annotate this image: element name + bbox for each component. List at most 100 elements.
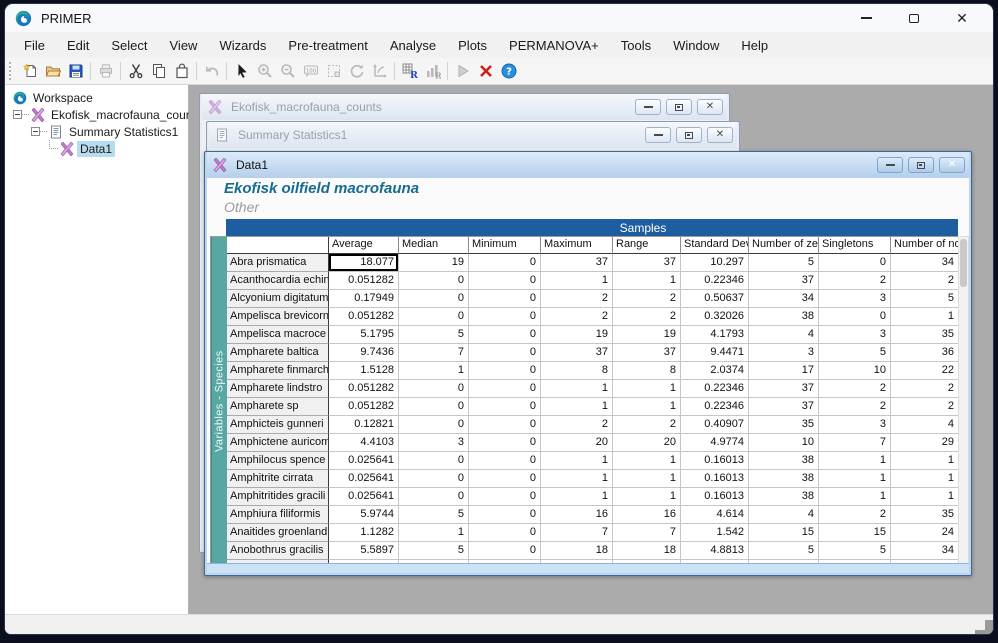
samples-header[interactable]: Samples xyxy=(226,219,958,236)
row-header[interactable]: Abra prismatica xyxy=(227,254,329,272)
row-header[interactable]: Amphitrite cirrata xyxy=(227,470,329,488)
cell[interactable]: 0.12821 xyxy=(329,416,399,434)
tree-expander-icon[interactable] xyxy=(31,127,40,136)
window-data1[interactable]: Data1 ✕ Ekofisk oilfield macrofauna Othe… xyxy=(204,151,972,576)
cell[interactable]: 0.22346 xyxy=(681,398,749,416)
cell[interactable]: 0 xyxy=(469,434,541,452)
cell[interactable]: 37 xyxy=(613,344,681,362)
cell[interactable]: 2 xyxy=(819,506,891,524)
cell[interactable]: 1.1282 xyxy=(329,524,399,542)
cell[interactable]: 5 xyxy=(749,254,819,272)
horizontal-scrollbar[interactable] xyxy=(207,563,969,573)
cell[interactable]: 34 xyxy=(891,254,959,272)
cell[interactable]: 0.051282 xyxy=(329,308,399,326)
cell[interactable]: 5 xyxy=(399,326,469,344)
tree-item-ekofisk-macrofauna-counts[interactable]: Ekofisk_macrofauna_counts xyxy=(5,106,188,123)
cell[interactable]: 2 xyxy=(613,290,681,308)
minimize-button[interactable] xyxy=(877,157,903,173)
cell[interactable]: 0 xyxy=(469,308,541,326)
cell[interactable]: 2 xyxy=(819,398,891,416)
menu-plots[interactable]: Plots xyxy=(447,35,498,56)
cell[interactable]: 0 xyxy=(399,416,469,434)
cell[interactable]: 1 xyxy=(891,308,959,326)
cell[interactable]: 0.22346 xyxy=(681,380,749,398)
cell[interactable]: 8 xyxy=(613,362,681,380)
cell[interactable]: 7 xyxy=(541,524,613,542)
help-button[interactable]: ? xyxy=(497,60,520,82)
cell[interactable]: 0 xyxy=(469,416,541,434)
cell[interactable]: 0 xyxy=(399,308,469,326)
cell[interactable]: 0 xyxy=(399,488,469,506)
cell[interactable]: 36 xyxy=(891,344,959,362)
cell[interactable]: 0 xyxy=(469,362,541,380)
cell[interactable]: 35 xyxy=(749,416,819,434)
pointer-button[interactable] xyxy=(230,60,253,82)
save-button[interactable] xyxy=(64,60,87,82)
cell[interactable]: 0 xyxy=(469,506,541,524)
row-header[interactable]: Acanthocardia echin xyxy=(227,272,329,290)
cut-button[interactable] xyxy=(124,60,147,82)
cell[interactable]: 1.542 xyxy=(681,524,749,542)
cell[interactable]: 1 xyxy=(541,470,613,488)
cell[interactable]: 3 xyxy=(819,416,891,434)
cell[interactable]: 9.7436 xyxy=(329,344,399,362)
cell[interactable]: 2 xyxy=(613,416,681,434)
cell[interactable]: 5.1795 xyxy=(329,326,399,344)
row-header[interactable]: Ampelisca macroce xyxy=(227,326,329,344)
cell[interactable]: 4.9774 xyxy=(681,434,749,452)
row-header[interactable]: Amphiura filiformis xyxy=(227,506,329,524)
cell[interactable]: 3 xyxy=(399,434,469,452)
cell[interactable]: 10.297 xyxy=(681,254,749,272)
cell[interactable]: 4.8813 xyxy=(681,542,749,560)
cell[interactable]: 1 xyxy=(541,380,613,398)
cell[interactable]: 7 xyxy=(819,434,891,452)
row-header[interactable]: Anobothrus gracilis xyxy=(227,542,329,560)
column-header-number-of-no[interactable]: Number of no xyxy=(891,237,959,254)
cell[interactable]: 29 xyxy=(891,434,959,452)
cell[interactable]: 1 xyxy=(541,452,613,470)
cell[interactable]: 2 xyxy=(541,416,613,434)
cell[interactable]: 5 xyxy=(819,344,891,362)
cell[interactable]: 19 xyxy=(541,326,613,344)
cell[interactable]: 20 xyxy=(541,434,613,452)
row-header[interactable]: Amphictene auricom xyxy=(227,434,329,452)
minimize-button[interactable] xyxy=(635,99,661,115)
cell[interactable]: 0 xyxy=(469,344,541,362)
cell[interactable]: 0 xyxy=(469,326,541,344)
cell[interactable]: 1 xyxy=(819,452,891,470)
maximize-button[interactable] xyxy=(666,99,692,115)
column-header-singletons[interactable]: Singletons xyxy=(819,237,891,254)
cell[interactable]: 3 xyxy=(819,290,891,308)
cell[interactable]: 4 xyxy=(749,506,819,524)
cell[interactable]: 0 xyxy=(469,290,541,308)
minimize-button[interactable] xyxy=(645,127,671,143)
cell[interactable]: 0 xyxy=(469,452,541,470)
cell[interactable]: 5.9744 xyxy=(329,506,399,524)
cell[interactable]: 0.025641 xyxy=(329,470,399,488)
cell[interactable]: 0.17949 xyxy=(329,290,399,308)
cell[interactable]: 0 xyxy=(469,254,541,272)
resize-grip-icon[interactable] xyxy=(975,620,985,630)
column-header-range[interactable]: Range xyxy=(613,237,681,254)
cell[interactable]: 2 xyxy=(891,380,959,398)
stop-button[interactable] xyxy=(474,60,497,82)
cell[interactable]: 10 xyxy=(749,434,819,452)
cell[interactable]: 16 xyxy=(541,506,613,524)
cell[interactable]: 19 xyxy=(613,326,681,344)
menu-wizards[interactable]: Wizards xyxy=(208,35,277,56)
maximize-button[interactable] xyxy=(908,157,934,173)
cell[interactable]: 0.025641 xyxy=(329,452,399,470)
cell[interactable]: 1 xyxy=(891,488,959,506)
menu-window[interactable]: Window xyxy=(662,35,730,56)
cell[interactable]: 16 xyxy=(613,506,681,524)
cell[interactable]: 9.4471 xyxy=(681,344,749,362)
row-header[interactable]: Ampelisca brevicorn xyxy=(227,308,329,326)
cell[interactable]: 4 xyxy=(749,326,819,344)
cell[interactable]: 1 xyxy=(613,380,681,398)
column-header-maximum[interactable]: Maximum xyxy=(541,237,613,254)
menu-pre-treatment[interactable]: Pre-treatment xyxy=(277,35,378,56)
cell[interactable]: 1 xyxy=(819,470,891,488)
cell[interactable]: 4.614 xyxy=(681,506,749,524)
row-header[interactable]: Alcyonium digitatum xyxy=(227,290,329,308)
cell[interactable]: 10 xyxy=(819,362,891,380)
